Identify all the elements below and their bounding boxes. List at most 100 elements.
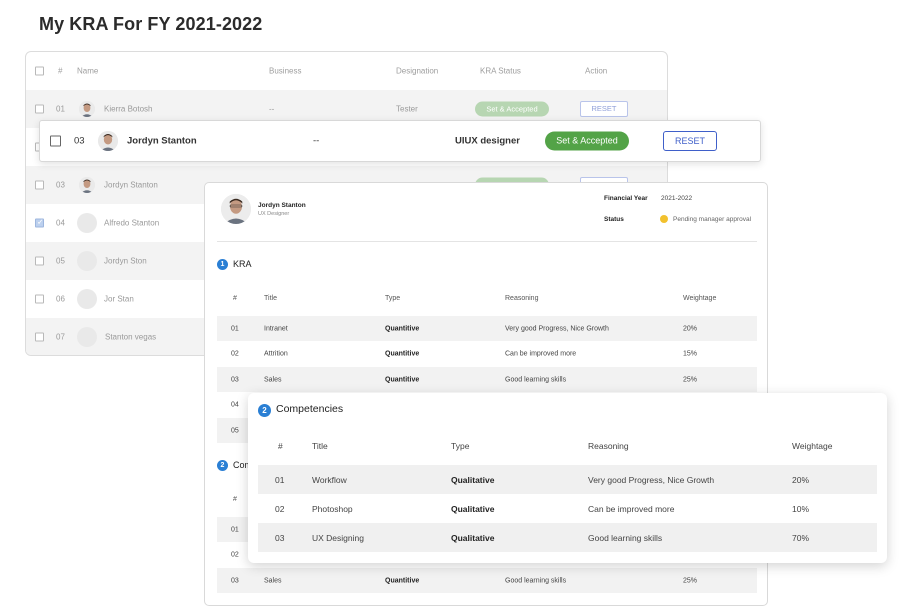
row-name: Jordyn Stanton <box>104 180 158 190</box>
col-status-header: KRA Status <box>480 66 521 76</box>
row-checkbox[interactable] <box>35 332 44 342</box>
partial-col-num: # <box>233 496 237 503</box>
comp-table-row: 01 Workflow Qualitative Very good Progre… <box>258 465 877 494</box>
comp-row-num: 03 <box>275 532 285 543</box>
comp-row-reasoning: Very good Progress, Nice Growth <box>588 474 715 485</box>
comp-row-title: Photoshop <box>312 503 353 514</box>
comp-row-reasoning: Can be improved more <box>588 503 675 514</box>
status-value: Pending manager approval <box>673 216 752 223</box>
pending-status-icon <box>660 215 668 223</box>
row-checkbox-checked[interactable] <box>35 218 44 228</box>
kra-row-type: Quantitive <box>385 325 420 332</box>
col-designation-header: Designation <box>396 66 439 76</box>
comp-row-type: Qualitative <box>451 474 495 485</box>
kra-col-type: Type <box>385 295 401 302</box>
partial-table-row: 03 Sales Quantitive Good learning skills… <box>217 568 757 593</box>
page-title: My KRA For FY 2021-2022 <box>39 14 263 34</box>
section-number-badge: 2 <box>217 460 228 471</box>
kra-row-num: 03 <box>231 376 239 383</box>
comp-table-row: 03 UX Designing Qualitative Good learnin… <box>258 523 877 552</box>
comp-row-num: 01 <box>275 474 285 485</box>
financial-year-label: Financial Year <box>604 195 648 202</box>
row-checkbox[interactable] <box>35 294 44 304</box>
status-badge: Set & Accepted <box>545 131 629 151</box>
kra-row-title: Intranet <box>264 325 288 332</box>
comp-row-weightage: 10% <box>792 503 810 514</box>
section-number-badge: 1 <box>217 259 228 270</box>
avatar <box>79 101 95 117</box>
status-badge: Set & Accepted <box>475 101 549 117</box>
competencies-card: 2 Competencies # Title Type Reasoning We… <box>248 393 887 563</box>
row-weightage: 25% <box>683 577 698 584</box>
kra-col-reasoning: Reasoning <box>505 295 539 302</box>
profile-name: Jordyn Stanton <box>258 202 306 209</box>
status-label: Status <box>604 216 624 223</box>
kra-row-reasoning: Good learning skills <box>505 376 567 383</box>
row-checkbox[interactable] <box>35 256 44 266</box>
row-checkbox[interactable] <box>50 135 61 147</box>
financial-year-value: 2021-2022 <box>661 195 693 202</box>
profile-role: UX Designer <box>258 211 290 217</box>
kra-row-reasoning: Can be improved more <box>505 350 577 357</box>
reset-button[interactable]: RESET <box>663 131 717 151</box>
row-name: Jor Stan <box>104 294 134 304</box>
avatar <box>77 251 97 271</box>
row-reasoning: Good learning skills <box>505 577 567 584</box>
row-name: Jordyn Ston <box>104 256 147 266</box>
row-num: 02 <box>231 551 239 558</box>
comp-row-type: Qualitative <box>451 532 495 543</box>
avatar <box>77 213 97 233</box>
kra-row-type: Quantitive <box>385 350 420 357</box>
row-num: 03 <box>231 577 239 584</box>
kra-section-title: KRA <box>233 259 252 269</box>
section-number-badge: 2 <box>258 404 271 417</box>
kra-row-reasoning: Very good Progress, Nice Growth <box>505 325 609 332</box>
row-title: Sales <box>264 577 282 584</box>
competencies-title: Competencies <box>276 403 344 415</box>
kra-row-num: 01 <box>231 325 239 332</box>
kra-table-row: 02 Attrition Quantitive Can be improved … <box>217 341 757 366</box>
row-name: Jordyn Stanton <box>127 135 197 147</box>
avatar <box>77 327 97 347</box>
avatar <box>79 177 95 193</box>
row-num: 01 <box>231 526 239 533</box>
kra-row-weightage: 20% <box>683 325 698 332</box>
col-num-header: # <box>58 66 63 76</box>
kra-row-title: Attrition <box>264 350 288 357</box>
row-number: 06 <box>56 294 65 304</box>
row-name: Kierra Botosh <box>104 104 153 114</box>
comp-row-reasoning: Good learning skills <box>588 532 663 543</box>
divider <box>217 241 757 242</box>
kra-table-row: 03 Sales Quantitive Good learning skills… <box>217 367 757 392</box>
kra-row-num: 02 <box>231 350 239 357</box>
row-designation: Tester <box>396 104 418 114</box>
kra-row-num: 04 <box>231 401 239 408</box>
col-business-header: Business <box>269 66 302 76</box>
kra-row-weightage: 25% <box>683 376 698 383</box>
row-name: Stanton vegas <box>105 332 157 342</box>
comp-row-weightage: 70% <box>792 532 810 543</box>
row-number: 05 <box>56 256 65 266</box>
reset-button[interactable]: RESET <box>580 101 628 117</box>
avatar <box>77 289 97 309</box>
avatar <box>98 131 118 151</box>
comp-table-row: 02 Photoshop Qualitative Can be improved… <box>258 494 877 523</box>
col-name-header: Name <box>77 66 99 76</box>
row-type: Quantitive <box>385 577 420 584</box>
row-checkbox[interactable] <box>35 180 44 190</box>
row-number: 03 <box>74 135 85 147</box>
comp-row-weightage: 20% <box>792 474 810 485</box>
highlighted-table-row[interactable]: 03 Jordyn Stanton -- UIUX designer Set &… <box>39 120 761 162</box>
kra-row-num: 05 <box>231 427 239 434</box>
list-header-row: # Name Business Designation KRA Status A… <box>26 52 667 90</box>
comp-col-num: # <box>278 441 283 451</box>
select-all-checkbox[interactable] <box>35 66 44 76</box>
comp-col-type: Type <box>451 441 470 451</box>
comp-row-title: Workflow <box>312 474 347 485</box>
kra-row-title: Sales <box>264 376 282 383</box>
row-checkbox[interactable] <box>35 104 44 114</box>
row-number: 07 <box>56 332 65 342</box>
kra-col-weightage: Weightage <box>683 295 717 302</box>
comp-row-num: 02 <box>275 503 285 514</box>
row-number: 01 <box>56 104 65 114</box>
